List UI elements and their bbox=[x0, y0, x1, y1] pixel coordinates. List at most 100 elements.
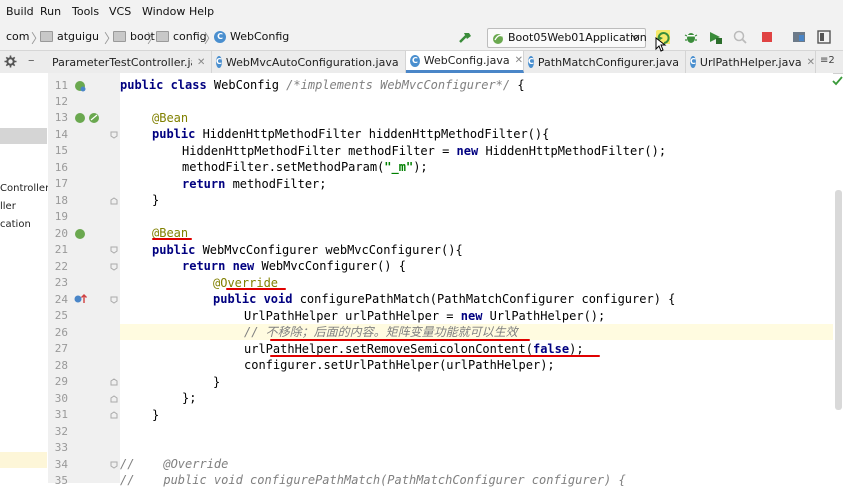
code-line-16: methodFilter.setMethodParam("_m"); bbox=[182, 159, 428, 175]
code-line-31: } bbox=[152, 407, 159, 423]
keyword: return new bbox=[182, 259, 262, 273]
breadcrumb-com[interactable]: com bbox=[6, 30, 30, 43]
close-icon[interactable]: ✕ bbox=[197, 57, 205, 68]
tab-webmvcautoconfiguration[interactable]: C WebMvcAutoConfiguration.java ✕ bbox=[212, 51, 406, 73]
keyword: new bbox=[456, 144, 486, 158]
menu-help[interactable]: Help bbox=[189, 5, 214, 18]
tree-item[interactable]: Controller bbox=[0, 183, 49, 194]
build-hammer-icon[interactable] bbox=[458, 30, 473, 45]
tab-pathmatchconfigurer[interactable]: C PathMatchConfigurer.java ✕ bbox=[524, 51, 686, 73]
keyword: return bbox=[182, 177, 233, 191]
close-icon[interactable]: ✕ bbox=[807, 57, 815, 68]
tab-overflow-button[interactable]: ≡2 bbox=[820, 55, 835, 66]
line-number: 22 bbox=[54, 260, 68, 273]
line-number: 35 bbox=[54, 474, 68, 487]
run-configuration-label: Boot05Web01Application bbox=[508, 31, 647, 44]
breadcrumb-config[interactable]: config bbox=[156, 30, 207, 43]
keyword: false bbox=[532, 342, 570, 356]
tab-label: ParameterTestController.java bbox=[52, 55, 192, 69]
selected-tree-row[interactable] bbox=[0, 128, 47, 144]
line-number: 13 bbox=[54, 111, 68, 124]
menu-tools[interactable]: Tools bbox=[72, 5, 99, 18]
line-number: 14 bbox=[54, 128, 68, 141]
breadcrumb-atguigu[interactable]: atguigu bbox=[40, 30, 99, 43]
fold-marker-icon[interactable] bbox=[110, 411, 118, 419]
red-underline bbox=[226, 288, 286, 290]
tab-label: WebMvcAutoConfiguration.java bbox=[225, 55, 399, 69]
fold-marker-icon[interactable] bbox=[110, 197, 118, 205]
code-line-35: // public void configurePathMatch(PathMa… bbox=[120, 472, 626, 488]
code-line-13: @Bean bbox=[152, 110, 188, 126]
line-number: 21 bbox=[54, 243, 68, 256]
settings-gear-icon[interactable] bbox=[4, 55, 17, 68]
line-number: 18 bbox=[54, 194, 68, 207]
vertical-scrollbar[interactable] bbox=[835, 190, 842, 410]
tab-webconfig[interactable]: C WebConfig.java ✕ bbox=[406, 51, 524, 73]
debug-icon[interactable] bbox=[684, 30, 698, 44]
breadcrumb-label: atguigu bbox=[57, 30, 100, 43]
fold-marker-icon[interactable] bbox=[110, 395, 118, 403]
code-line-17: return methodFilter; bbox=[182, 176, 327, 192]
menu-vcs[interactable]: VCS bbox=[109, 5, 131, 18]
coverage-icon[interactable] bbox=[708, 30, 722, 44]
code-text: methodFilter.setMethodParam( bbox=[182, 160, 385, 174]
run-anything-icon[interactable] bbox=[817, 30, 831, 44]
code-text: UrlPathHelper(); bbox=[489, 309, 606, 323]
fold-marker-icon[interactable] bbox=[110, 378, 118, 386]
red-underline bbox=[270, 339, 530, 341]
tab-label: UrlPathHelper.java bbox=[699, 55, 802, 69]
line-number: 23 bbox=[54, 276, 68, 289]
line-number: 29 bbox=[54, 375, 68, 388]
code-line-22: return new WebMvcConfigurer() { bbox=[182, 258, 406, 274]
code-comment: /*implements WebMvcConfigurer*/ bbox=[286, 78, 518, 92]
class-icon: C bbox=[410, 54, 420, 67]
tab-parametertestcontroller[interactable]: ParameterTestController.java ✕ bbox=[48, 51, 212, 73]
menu-window[interactable]: Window bbox=[142, 5, 185, 18]
run-configuration-select[interactable]: Boot05Web01Application bbox=[487, 28, 647, 48]
breadcrumb-webconfig[interactable]: C WebConfig bbox=[214, 30, 289, 43]
tab-urlpathhelper[interactable]: C UrlPathHelper.java ✕ bbox=[686, 51, 816, 73]
class-icon: C bbox=[216, 56, 222, 68]
menu-run[interactable]: Run bbox=[40, 5, 61, 18]
fold-marker-icon[interactable] bbox=[110, 246, 118, 254]
code-editor[interactable]: public class WebConfig /*implements WebM… bbox=[120, 73, 833, 487]
minimize-icon[interactable]: – bbox=[28, 53, 35, 68]
stop-icon[interactable] bbox=[760, 30, 774, 44]
code-text: HiddenHttpMethodFilter methodFilter = bbox=[182, 144, 457, 158]
project-structure-icon[interactable] bbox=[792, 30, 806, 44]
fold-marker-icon[interactable] bbox=[110, 461, 118, 469]
fold-marker-icon[interactable] bbox=[110, 131, 118, 139]
line-number: 11 bbox=[54, 79, 68, 92]
line-number: 26 bbox=[54, 326, 68, 339]
code-text: ); bbox=[413, 160, 428, 174]
code-text: { bbox=[517, 78, 525, 92]
editor-gutter: 11 12 13 14 15 16 17 18 19 20 21 22 23 2… bbox=[48, 73, 138, 487]
code-text: WebConfig bbox=[213, 78, 287, 92]
menu-build[interactable]: Build bbox=[6, 5, 34, 18]
fold-marker-icon[interactable] bbox=[110, 263, 118, 271]
override-method-icon[interactable] bbox=[74, 293, 88, 305]
spring-bean-icon[interactable] bbox=[74, 80, 86, 92]
keyword: public bbox=[152, 243, 203, 257]
tree-item[interactable]: ller bbox=[0, 201, 16, 212]
highlighted-tree-row[interactable] bbox=[0, 452, 47, 468]
code-line-34: // @Override bbox=[120, 456, 228, 472]
profiler-icon[interactable] bbox=[733, 30, 747, 44]
red-underline bbox=[270, 355, 600, 357]
spring-bean-icon[interactable] bbox=[88, 112, 100, 124]
close-icon[interactable]: ✕ bbox=[515, 55, 523, 66]
code-text: WebMvcConfigurer webMvcConfigurer(){ bbox=[202, 243, 463, 257]
spring-bean-icon[interactable] bbox=[74, 112, 86, 124]
line-number: 28 bbox=[54, 359, 68, 372]
fold-marker-icon[interactable] bbox=[110, 296, 118, 304]
folder-icon bbox=[156, 31, 169, 42]
code-line-15: HiddenHttpMethodFilter methodFilter = ne… bbox=[182, 143, 666, 159]
code-text: }; bbox=[182, 391, 197, 405]
code-text: } bbox=[152, 408, 160, 422]
tree-item[interactable]: cation bbox=[0, 219, 31, 230]
red-underline bbox=[152, 238, 192, 240]
code-line-28: configurer.setUrlPathHelper(urlPathHelpe… bbox=[244, 357, 555, 373]
code-text: } bbox=[213, 375, 221, 389]
spring-bean-icon[interactable] bbox=[74, 228, 86, 240]
keyword: public void bbox=[213, 292, 300, 306]
